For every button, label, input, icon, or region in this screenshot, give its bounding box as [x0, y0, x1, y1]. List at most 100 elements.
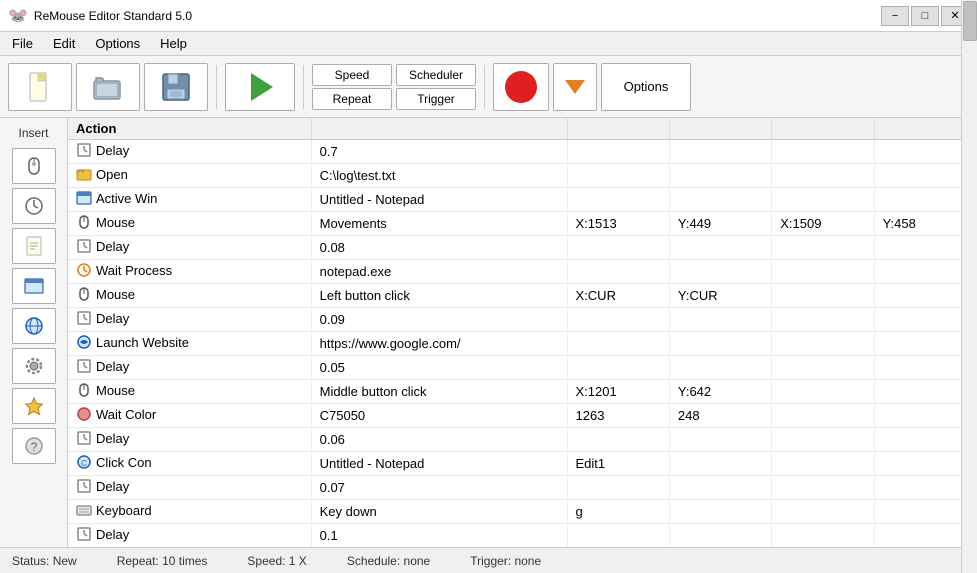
table-row[interactable]: C Click Con Untitled - Notepad Edit1 — [68, 452, 977, 476]
play-icon — [251, 73, 273, 101]
action-cell: Delay — [68, 236, 311, 260]
table-row[interactable]: Keyboard Key down g — [68, 500, 977, 524]
table-row[interactable]: Active Win Untitled - Notepad — [68, 188, 977, 212]
col4-cell — [669, 140, 771, 164]
col5-cell — [772, 260, 874, 284]
repeat-label: Repeat: 10 times — [117, 554, 208, 568]
col4-cell — [669, 356, 771, 380]
sidebar-globe-icon[interactable] — [12, 308, 56, 344]
table-row[interactable]: Delay 0.06 — [68, 428, 977, 452]
toolbar-separator-1 — [216, 65, 217, 109]
action-cell: Keyboard — [68, 500, 311, 524]
sidebar-mouse-icon[interactable] — [12, 148, 56, 184]
action-label: Mouse — [96, 287, 135, 302]
row-icon-label: Wait Process — [76, 262, 172, 278]
action-cell: Delay — [68, 476, 311, 500]
table-row[interactable]: Mouse Middle button click X:1201 Y:642 — [68, 380, 977, 404]
table-row[interactable]: Delay 0.1 — [68, 524, 977, 548]
col5-cell — [772, 236, 874, 260]
table-row[interactable]: Delay 0.05 — [68, 356, 977, 380]
col3-cell — [567, 260, 669, 284]
new-file-button[interactable] — [8, 63, 72, 111]
col5-cell — [772, 380, 874, 404]
table-row[interactable]: Delay 0.07 — [68, 476, 977, 500]
col4-cell — [669, 332, 771, 356]
scheduler-button[interactable]: Scheduler — [396, 64, 476, 86]
action-label: Click Con — [96, 455, 152, 470]
col3-cell — [567, 188, 669, 212]
schedule-label: Schedule: none — [347, 554, 430, 568]
sidebar-gear-icon[interactable] — [12, 348, 56, 384]
action-cell: Mouse — [68, 284, 311, 308]
record-button[interactable] — [493, 63, 549, 111]
col3-cell: X:1201 — [567, 380, 669, 404]
col3-cell — [567, 476, 669, 500]
row-icon-label: Wait Color — [76, 406, 156, 422]
col4-cell: Y:CUR — [669, 284, 771, 308]
row-icon-label: Active Win — [76, 190, 157, 206]
table-row[interactable]: Launch Website https://www.google.com/ — [68, 332, 977, 356]
table-row[interactable]: Open C:\log\test.txt — [68, 164, 977, 188]
menu-help[interactable]: Help — [152, 34, 195, 53]
col4-cell — [669, 188, 771, 212]
options-button[interactable]: Options — [601, 63, 691, 111]
table-row[interactable]: Wait Color C75050 1263 248 — [68, 404, 977, 428]
sidebar-window-icon[interactable] — [12, 268, 56, 304]
action-label: Delay — [96, 311, 129, 326]
sidebar-note-icon[interactable] — [12, 228, 56, 264]
row-icon-label: Mouse — [76, 286, 135, 302]
col-action-header: Action — [68, 118, 311, 140]
table-row[interactable]: Wait Process notepad.exe — [68, 260, 977, 284]
col4-cell: 248 — [669, 404, 771, 428]
row-icon-label: Mouse — [76, 214, 135, 230]
table-row[interactable]: Delay 0.7 — [68, 140, 977, 164]
menu-options[interactable]: Options — [87, 34, 148, 53]
repeat-button[interactable]: Repeat — [312, 88, 392, 110]
table-row[interactable]: Delay 0.08 — [68, 236, 977, 260]
trigger-label: Trigger: none — [470, 554, 541, 568]
play-button[interactable] — [225, 63, 295, 111]
row-icon-label: Delay — [76, 478, 129, 494]
action-cell: Delay — [68, 428, 311, 452]
sidebar-star-icon[interactable] — [12, 388, 56, 424]
detail-cell: 0.08 — [311, 236, 567, 260]
scrollbar[interactable] — [961, 0, 977, 573]
save-file-button[interactable] — [144, 63, 208, 111]
action-label: Mouse — [96, 215, 135, 230]
window-controls: − □ ✕ — [881, 6, 969, 26]
col5-cell — [772, 452, 874, 476]
sidebar-unknown-icon[interactable]: ? — [12, 428, 56, 464]
app-title: ReMouse Editor Standard 5.0 — [34, 9, 192, 23]
action-label: Delay — [96, 143, 129, 158]
col-x1-header — [567, 118, 669, 140]
col-detail-header — [311, 118, 567, 140]
detail-cell: Middle button click — [311, 380, 567, 404]
col4-cell — [669, 500, 771, 524]
col4-cell — [669, 236, 771, 260]
col5-cell — [772, 164, 874, 188]
col5-cell — [772, 404, 874, 428]
action-label: Active Win — [96, 191, 157, 206]
col4-cell — [669, 524, 771, 548]
open-file-button[interactable] — [76, 63, 140, 111]
detail-cell: 0.06 — [311, 428, 567, 452]
col3-cell — [567, 236, 669, 260]
minimize-button[interactable]: − — [881, 6, 909, 26]
table-row[interactable]: Mouse Left button click X:CUR Y:CUR — [68, 284, 977, 308]
scrollbar-thumb[interactable] — [963, 1, 977, 41]
col5-cell — [772, 308, 874, 332]
action-label: Wait Color — [96, 407, 156, 422]
trigger-button[interactable]: Trigger — [396, 88, 476, 110]
menu-edit[interactable]: Edit — [45, 34, 83, 53]
status-bar: Status: New Repeat: 10 times Speed: 1 X … — [0, 547, 977, 573]
action-label: Delay — [96, 239, 129, 254]
maximize-button[interactable]: □ — [911, 6, 939, 26]
download-button[interactable] — [553, 63, 597, 111]
sidebar-clock-icon[interactable] — [12, 188, 56, 224]
speed-button[interactable]: Speed — [312, 64, 392, 86]
sidebar: Insert — [0, 118, 68, 547]
detail-cell: notepad.exe — [311, 260, 567, 284]
table-row[interactable]: Mouse Movements X:1513 Y:449 X:1509 Y:45… — [68, 212, 977, 236]
menu-file[interactable]: File — [4, 34, 41, 53]
table-row[interactable]: Delay 0.09 — [68, 308, 977, 332]
